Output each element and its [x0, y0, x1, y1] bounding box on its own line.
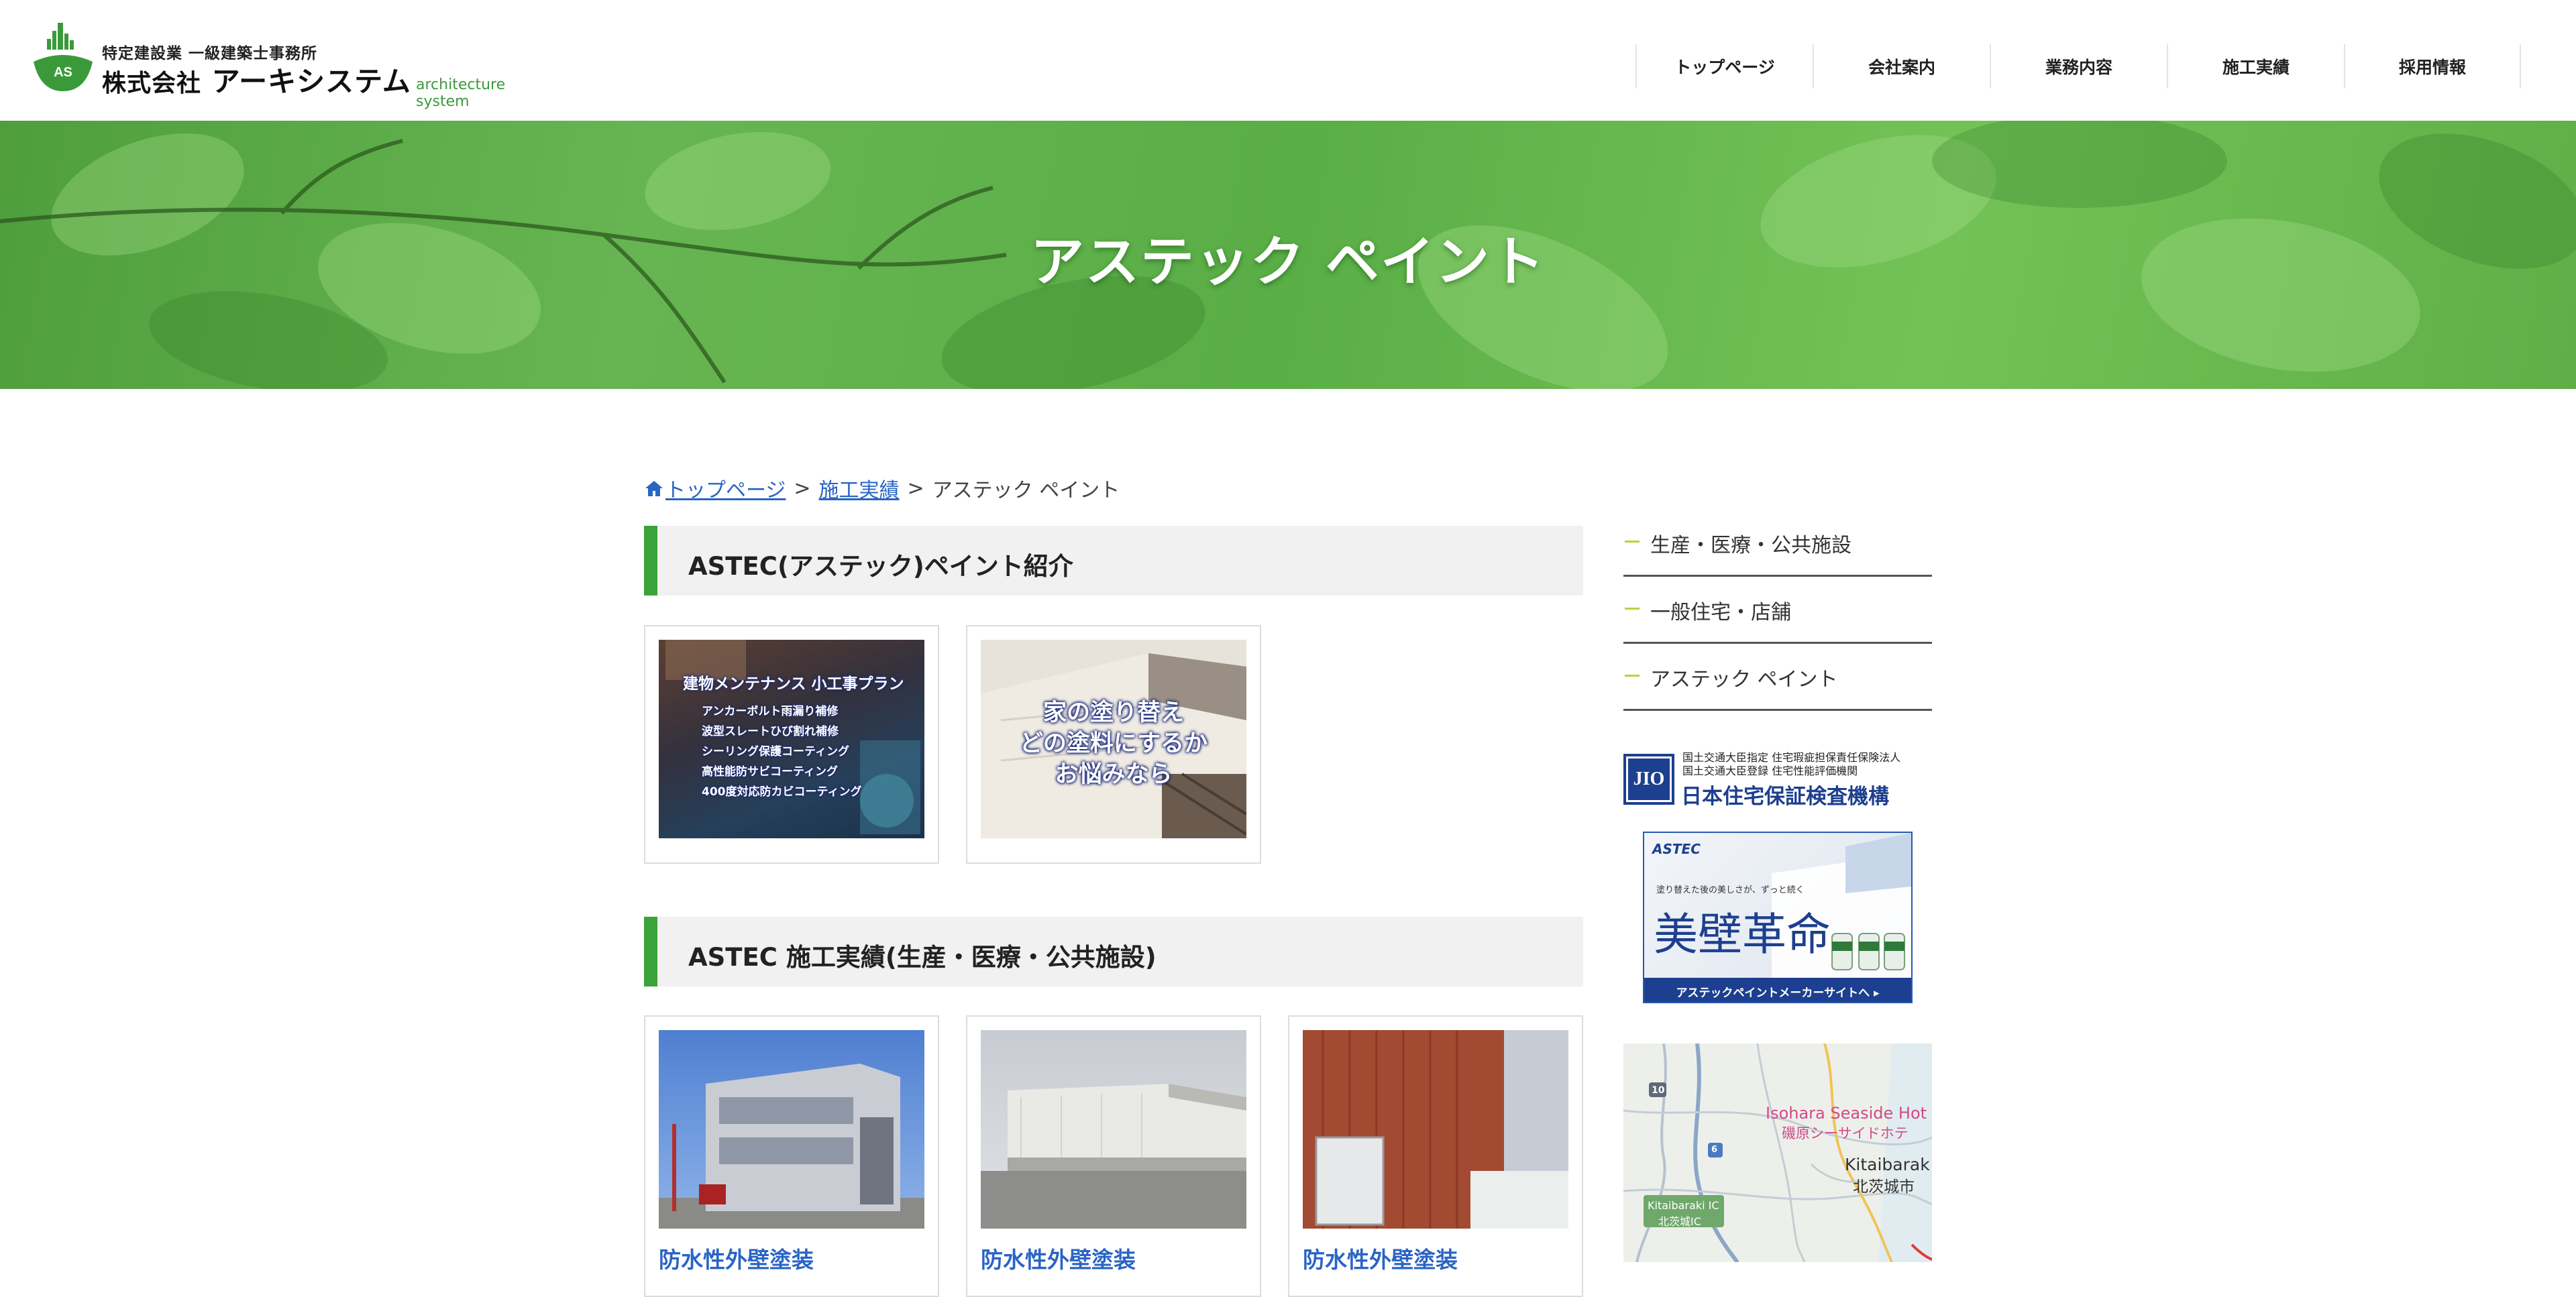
- map-city-label-jp: 北茨城市: [1853, 1178, 1915, 1196]
- sidebar-item-label: 生産・医療・公共施設: [1650, 534, 1851, 557]
- home-icon[interactable]: [644, 479, 664, 498]
- section-title: ASTEC 施工実績(生産・医療・公共施設): [688, 943, 1157, 972]
- plan-item: アンカーボルト雨漏り補修: [702, 705, 839, 718]
- sidebar-item-housing-shops[interactable]: 一般住宅・店舗: [1623, 577, 1932, 644]
- map-route-label: 10: [1652, 1085, 1665, 1096]
- astec-title: 美壁革命: [1654, 909, 1831, 960]
- logo-name-prefix: 株式会社: [102, 70, 202, 97]
- logo-name-main: アーキシステム: [211, 65, 411, 98]
- work-photo-building: [659, 1030, 924, 1229]
- work-caption[interactable]: 防水性外壁塗装: [659, 1242, 814, 1274]
- map-roads[interactable]: [1623, 1044, 1932, 1262]
- warehouse-shapes: [981, 1084, 1246, 1229]
- repaint-image: 家の塗り替え どの塗料にするか お悩みなら: [981, 640, 1246, 838]
- menu-dash-icon: [1625, 608, 1640, 610]
- breadcrumb-separator: >: [794, 476, 811, 500]
- breadcrumb-current: アステック ペイント: [932, 479, 1120, 502]
- maintenance-plan-image: 建物メンテナンス 小工事プラン アンカーボルト雨漏り補修 波型スレートひび割れ補…: [659, 640, 924, 838]
- factory-shapes: [1303, 1030, 1568, 1229]
- intro-card-maintenance[interactable]: 建物メンテナンス 小工事プラン アンカーボルト雨漏り補修 波型スレートひび割れ補…: [644, 625, 939, 864]
- building-shapes: [659, 1064, 924, 1229]
- sidebar-category-menu: 生産・医療・公共施設 一般住宅・店舗 アステック ペイント: [1623, 510, 1932, 711]
- jio-name: 日本住宅保証検査機構: [1681, 785, 1889, 809]
- global-nav: トップページ 会社案内 業務内容 施工実績 採用情報: [1635, 44, 2521, 89]
- astec-tagline: 塗り替えた後の美しさが、ずっと続く: [1656, 885, 1805, 895]
- jio-banner[interactable]: JIO 国土交通大臣指定 住宅瑕疵担保責任保険法人 国土交通大臣登録 住宅性能評…: [1623, 748, 1932, 809]
- section-accent-bar: [644, 917, 657, 986]
- repaint-line: 家の塗り替え: [1042, 699, 1184, 726]
- astec-link-bar[interactable]: アステックペイントメーカーサイトへ ▸: [1644, 978, 1911, 1002]
- work-caption[interactable]: 防水性外壁塗装: [981, 1242, 1136, 1274]
- jio-logo-text: JIO: [1633, 769, 1665, 789]
- astec-paint-banner[interactable]: ASTEC 塗り替えた後の美しさが、ずっと続く 美壁革命 アステックペイントメー…: [1643, 832, 1913, 1003]
- breadcrumb-works-link[interactable]: 施工実績: [819, 473, 900, 503]
- nav-top[interactable]: トップページ: [1635, 44, 1813, 89]
- nav-works[interactable]: 施工実績: [2167, 44, 2344, 89]
- site-header: AS 特定建設業 一級建築士事務所 株式会社 アーキシステム architect…: [0, 0, 2576, 121]
- logo-mark-icon: AS: [34, 23, 93, 91]
- section-heading-intro: ASTEC(アステック)ペイント紹介: [644, 526, 1583, 596]
- logo-company-name: 株式会社 アーキシステム: [102, 59, 411, 100]
- page-title: アステック ペイント: [1030, 231, 1546, 293]
- plan-item: シーリング保護コーティング: [702, 745, 849, 758]
- nav-services[interactable]: 業務内容: [1990, 44, 2167, 89]
- intro-card-repaint[interactable]: 家の塗り替え どの塗料にするか お悩みなら: [966, 625, 1261, 864]
- menu-dash-icon: [1625, 675, 1640, 677]
- plan-item: 400度対応防カビコーティング: [702, 785, 862, 799]
- sidebar-item-label: 一般住宅・店舗: [1650, 601, 1791, 624]
- breadcrumb-separator: >: [907, 476, 924, 500]
- map-route-label: 6: [1711, 1145, 1718, 1155]
- map-ic-label: Kitaibaraki IC: [1648, 1199, 1719, 1212]
- section-title: ASTEC(アステック)ペイント紹介: [688, 552, 1073, 581]
- breadcrumb: トップページ > 施工実績 > アステック ペイント: [644, 473, 1120, 503]
- site-logo[interactable]: AS 特定建設業 一級建築士事務所 株式会社 アーキシステム architect…: [32, 21, 555, 110]
- nav-company[interactable]: 会社案内: [1813, 44, 1990, 89]
- map-place-label-jp: 磯原シーサイドホテ: [1782, 1125, 1909, 1141]
- work-caption[interactable]: 防水性外壁塗装: [1303, 1242, 1458, 1274]
- repaint-line: お悩みなら: [1055, 761, 1173, 788]
- breadcrumb-home-link[interactable]: トップページ: [665, 473, 786, 503]
- menu-dash-icon: [1625, 541, 1640, 543]
- work-photo-factory: [1303, 1030, 1568, 1229]
- sidebar-item-astec-paint[interactable]: アステック ペイント: [1623, 644, 1932, 711]
- section-accent-bar: [644, 526, 657, 596]
- plan-item: 波型スレートひび割れ補修: [702, 725, 839, 738]
- plan-item: 高性能防サビコーティング: [702, 765, 838, 779]
- work-photo-warehouse: [981, 1030, 1246, 1229]
- astec-brand: ASTEC: [1652, 841, 1701, 857]
- sidebar-item-label: アステック ペイント: [1650, 668, 1838, 691]
- map-city-label: Kitaibarak: [1845, 1155, 1930, 1174]
- maintenance-plan-heading: 建物メンテナンス 小工事プラン: [683, 675, 904, 693]
- map-place-label: Isohara Seaside Hot: [1766, 1104, 1927, 1123]
- nav-recruit[interactable]: 採用情報: [2344, 44, 2521, 89]
- work-card[interactable]: 防水性外壁塗装: [644, 1015, 939, 1297]
- work-card[interactable]: 防水性外壁塗装: [966, 1015, 1261, 1297]
- google-map[interactable]: 10 6 Isohara Seaside Hot 磯原シーサイドホテ Kitai…: [1623, 1044, 1932, 1262]
- section-heading-works: ASTEC 施工実績(生産・医療・公共施設): [644, 917, 1583, 986]
- repaint-line: どの塗料にするか: [1019, 730, 1208, 757]
- jio-line2: 国土交通大臣登録 住宅性能評価機関: [1682, 765, 1858, 777]
- hero-banner: アステック ペイント: [0, 121, 2576, 389]
- sidebar-item-production-medical[interactable]: 生産・医療・公共施設: [1623, 510, 1932, 577]
- repaint-text: 家の塗り替え どの塗料にするか お悩みなら: [981, 697, 1246, 790]
- map-ic-label-jp: 北茨城IC: [1658, 1215, 1701, 1228]
- logo-english: architecture system: [416, 76, 506, 110]
- work-card[interactable]: 防水性外壁塗装: [1288, 1015, 1583, 1297]
- astec-link-text: アステックペイントメーカーサイトへ ▸: [1676, 986, 1880, 1000]
- jio-logo-icon: JIO: [1623, 754, 1674, 805]
- maintenance-plan-list: アンカーボルト雨漏り補修 波型スレートひび割れ補修 シーリング保護コーティング …: [702, 701, 861, 802]
- svg-text:AS: AS: [54, 65, 72, 80]
